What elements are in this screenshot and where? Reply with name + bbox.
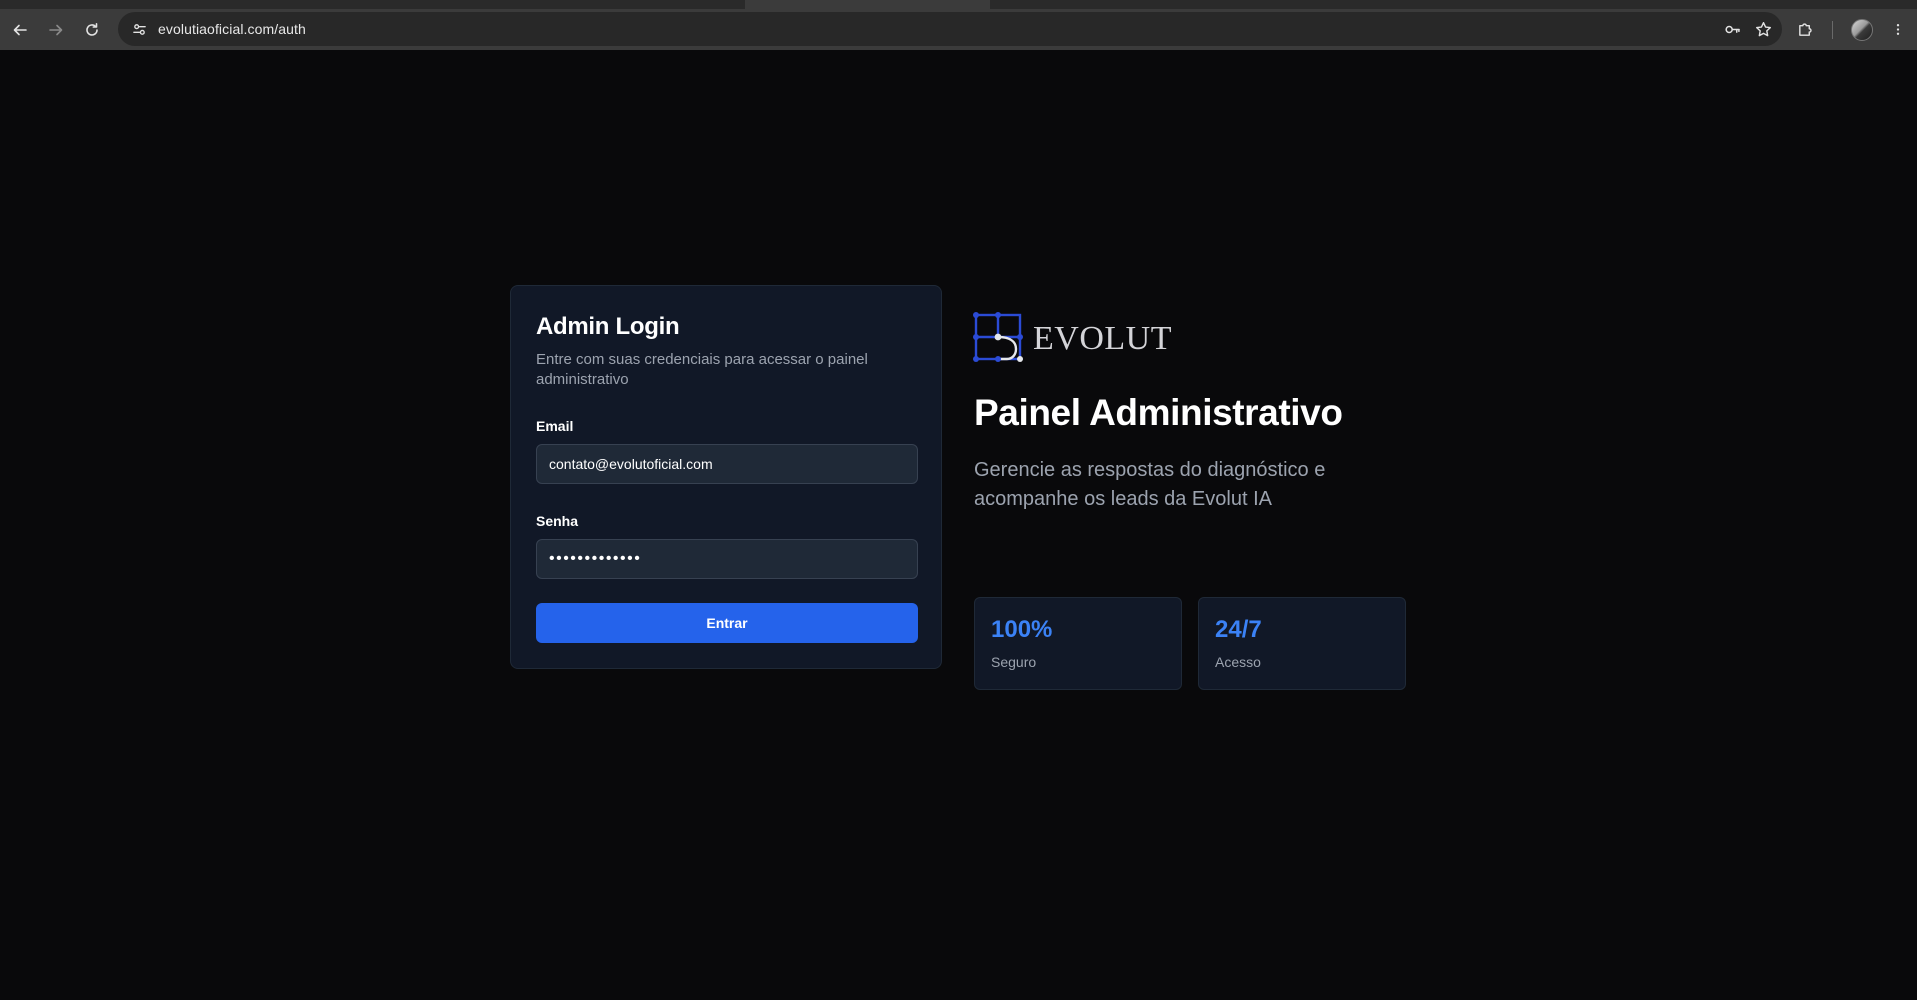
address-bar[interactable]: evolutiaoficial.com/auth	[118, 12, 1782, 46]
stat-card-secure: 100% Seguro	[974, 597, 1182, 690]
stat-value: 24/7	[1215, 616, 1262, 643]
evolut-logo-icon	[973, 312, 1023, 362]
site-info-button[interactable]	[128, 18, 150, 40]
password-field[interactable]	[536, 539, 918, 579]
browser-toolbar: evolutiaoficial.com/auth	[0, 9, 1917, 50]
toolbar-divider	[1832, 20, 1833, 39]
puzzle-icon	[1799, 23, 1812, 36]
tab-strip	[0, 0, 1917, 9]
login-submit-button[interactable]: Entrar	[536, 603, 918, 643]
profile-avatar[interactable]	[1851, 18, 1873, 41]
password-manager-button[interactable]	[1724, 21, 1741, 38]
stat-label: Acesso	[1215, 654, 1261, 670]
login-subtitle: Entre com suas credenciais para acessar …	[536, 351, 868, 388]
hero-title: Painel Administrativo	[974, 392, 1343, 433]
tune-icon	[132, 23, 146, 35]
email-label: Email	[536, 418, 574, 434]
kebab-menu-icon	[1896, 24, 1900, 35]
reload-icon	[86, 22, 98, 36]
url-text[interactable]: evolutiaoficial.com/auth	[158, 21, 306, 37]
stat-value: 100%	[991, 616, 1053, 643]
browser-chrome: evolutiaoficial.com/auth	[0, 0, 1917, 50]
browser-menu-button[interactable]	[1891, 21, 1905, 38]
address-bar-actions	[1724, 12, 1772, 46]
page-viewport	[0, 50, 1917, 1000]
back-button[interactable]	[2, 12, 38, 48]
stat-label: Seguro	[991, 654, 1037, 670]
star-icon	[1755, 21, 1772, 36]
logo-wordmark: EVOLUT	[1033, 320, 1172, 357]
toolbar-actions	[1797, 9, 1917, 50]
forward-button[interactable]	[38, 12, 74, 48]
active-tab[interactable]	[745, 0, 990, 9]
reload-button[interactable]	[74, 12, 110, 48]
email-field[interactable]	[536, 444, 918, 484]
login-title: Admin Login	[536, 313, 680, 340]
arrow-left-icon	[13, 24, 27, 35]
password-label: Senha	[536, 513, 579, 529]
key-icon	[1725, 25, 1740, 33]
extensions-button[interactable]	[1797, 21, 1814, 38]
hero-description: Gerencie as respostas do diagnóstico e a…	[974, 459, 1326, 510]
stat-card-access: 24/7 Acesso	[1198, 597, 1406, 690]
login-card: Admin Login Entre com suas credenciais p…	[510, 285, 942, 669]
bookmark-button[interactable]	[1755, 21, 1772, 38]
arrow-right-icon	[49, 24, 63, 35]
brand-logo: EVOLUT	[973, 312, 1172, 366]
